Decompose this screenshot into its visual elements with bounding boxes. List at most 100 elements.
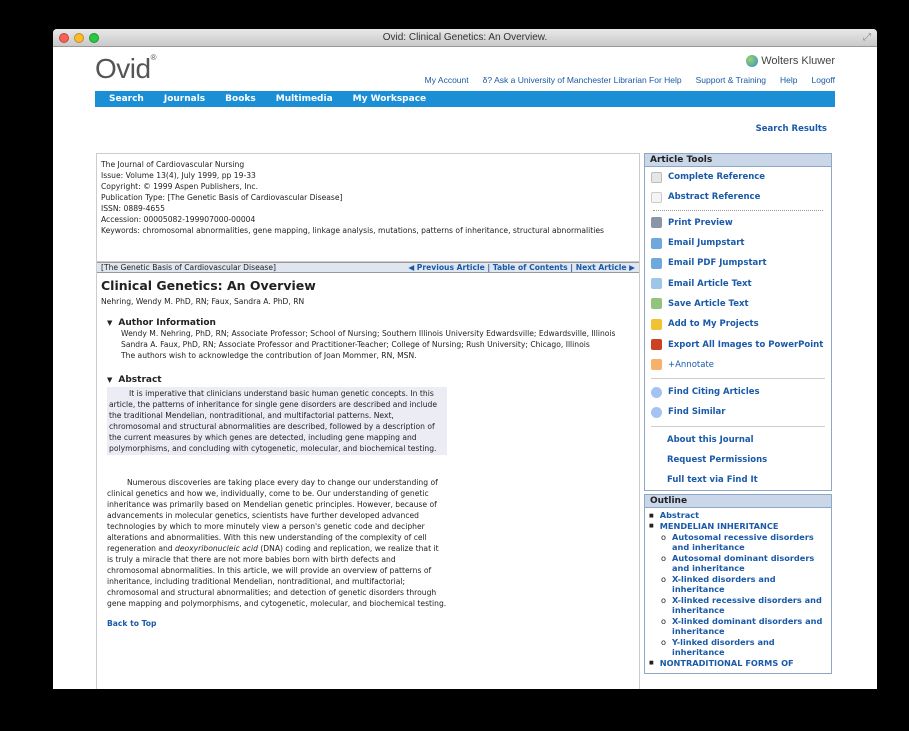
table-of-contents-link[interactable]: Table of Contents <box>493 263 568 272</box>
publication-type: Publication Type: [The Genetic Basis of … <box>101 193 343 202</box>
author-2-info: Sandra A. Faux, PhD, RN; Associate Profe… <box>121 340 590 349</box>
document-icon <box>651 191 662 203</box>
back-to-top-link[interactable]: Back to Top <box>107 619 635 628</box>
issn: ISSN: 0889-4655 <box>101 204 165 213</box>
abstract-toggle[interactable]: ▼ Abstract <box>107 375 635 385</box>
section-label: [The Genetic Basis of Cardiovascular Dis… <box>101 263 276 272</box>
collapse-triangle-icon: ▼ <box>107 376 113 384</box>
find-similar-link[interactable]: Find Similar <box>645 402 831 422</box>
email-icon <box>651 257 662 269</box>
acknowledgement: The authors wish to acknowledge the cont… <box>121 351 417 360</box>
search-results-link[interactable]: Search Results <box>756 124 827 134</box>
article-tools-heading: Article Tools <box>645 154 831 167</box>
help-link[interactable]: Help <box>780 75 797 85</box>
divider <box>651 425 825 427</box>
outline-item-nontraditional[interactable]: NONTRADITIONAL FORMS OF <box>649 658 827 669</box>
zoom-window-button[interactable] <box>89 33 99 43</box>
next-article-link[interactable]: Next Article ▶ <box>576 263 635 272</box>
title-bar: Ovid: Clinical Genetics: An Overview. ⤢ <box>53 29 877 47</box>
printer-icon <box>651 217 662 229</box>
ask-librarian-link[interactable]: δ? Ask a University of Manchester Librari… <box>483 75 682 85</box>
keywords: Keywords: chromosomal abnormalities, gen… <box>101 226 604 235</box>
outline-panel: Outline Abstract MENDELIAN INHERITANCE A… <box>644 494 832 675</box>
divider <box>653 209 823 211</box>
my-account-link[interactable]: My Account <box>425 75 469 85</box>
annotate-link[interactable]: +Annotate <box>645 355 831 375</box>
annotate-icon <box>651 359 662 371</box>
full-text-find-it-link[interactable]: Full text via Find It <box>645 470 831 490</box>
ovid-logo[interactable]: Ovid® <box>95 53 157 85</box>
outline-item-abstract[interactable]: Abstract <box>649 510 827 521</box>
email-article-text-link[interactable]: Email Article Text <box>645 273 831 293</box>
article-authors: Nehring, Wendy M. PhD, RN; Faux, Sandra … <box>101 297 305 306</box>
accession: Accession: 00005082-199907000-00004 <box>101 215 256 224</box>
previous-article-link[interactable]: ◀ Previous Article <box>408 263 484 272</box>
browser-window: Ovid: Clinical Genetics: An Overview. ⤢ … <box>53 29 877 689</box>
body-paragraph: Numerous discoveries are taking place ev… <box>107 478 447 608</box>
export-to-powerpoint-link[interactable]: Export All Images to PowerPoint <box>645 334 831 354</box>
divider <box>651 377 825 379</box>
article-nav-bar: [The Genetic Basis of Cardiovascular Dis… <box>97 262 639 273</box>
about-this-journal-link[interactable]: About this Journal <box>645 430 831 450</box>
email-icon <box>651 278 662 290</box>
nav-books[interactable]: Books <box>225 94 256 104</box>
issue-info: Issue: Volume 13(4), July 1999, pp 19-33 <box>101 171 256 180</box>
article-title: Clinical Genetics: An Overview <box>101 278 316 293</box>
abstract-text: It is imperative that clinicians underst… <box>107 387 447 455</box>
add-to-my-projects-link[interactable]: Add to My Projects <box>645 314 831 334</box>
minimize-window-button[interactable] <box>74 33 84 43</box>
journal-name: The Journal of Cardiovascular Nursing <box>101 160 245 169</box>
outline-subitem[interactable]: X-linked recessive disorders and inherit… <box>661 595 827 616</box>
fullscreen-icon[interactable]: ⤢ <box>863 32 871 43</box>
magnifier-icon <box>651 406 662 418</box>
abstract-reference-link[interactable]: Abstract Reference <box>645 187 831 207</box>
folder-icon <box>651 318 662 330</box>
copyright-info: Copyright: © 1999 Aspen Publishers, Inc. <box>101 182 258 191</box>
article-pager: ◀ Previous Article | Table of Contents |… <box>408 263 635 272</box>
save-icon <box>651 298 662 310</box>
librarian-icon: δ? <box>482 75 493 85</box>
outline-sublist: Autosomal recessive disorders and inheri… <box>649 532 827 658</box>
nav-journals[interactable]: Journals <box>164 94 205 104</box>
email-icon <box>651 237 662 249</box>
complete-reference-link[interactable]: Complete Reference <box>645 167 831 187</box>
powerpoint-icon <box>651 339 662 351</box>
find-citing-articles-link[interactable]: Find Citing Articles <box>645 382 831 402</box>
request-permissions-link[interactable]: Request Permissions <box>645 450 831 470</box>
citation-block: The Journal of Cardiovascular Nursing Is… <box>97 154 639 262</box>
email-jumpstart-link[interactable]: Email Jumpstart <box>645 233 831 253</box>
window-controls <box>59 33 99 43</box>
outline-subitem[interactable]: Autosomal recessive disorders and inheri… <box>661 532 827 553</box>
article-body: Clinical Genetics: An Overview Nehring, … <box>97 273 639 632</box>
outline-subitem[interactable]: X-linked disorders and inheritance <box>661 574 827 595</box>
magnifier-icon <box>651 386 662 398</box>
nav-my-workspace[interactable]: My Workspace <box>353 94 426 104</box>
author-info-toggle[interactable]: ▼ Author Information <box>107 318 635 328</box>
logoff-link[interactable]: Logoff <box>812 75 835 85</box>
outline-subitem[interactable]: Autosomal dominant disorders and inherit… <box>661 553 827 574</box>
sidebar: Article Tools Complete Reference Abstrac… <box>644 153 832 675</box>
wolters-kluwer-brand[interactable]: Wolters Kluwer <box>746 55 835 67</box>
outline-list: Abstract MENDELIAN INHERITANCE Autosomal… <box>645 508 831 670</box>
window-title: Ovid: Clinical Genetics: An Overview. <box>382 32 548 43</box>
outline-subitem[interactable]: X-linked dominant disorders and inherita… <box>661 616 827 637</box>
save-article-text-link[interactable]: Save Article Text <box>645 294 831 314</box>
print-preview-link[interactable]: Print Preview <box>645 213 831 233</box>
email-pdf-jumpstart-link[interactable]: Email PDF Jumpstart <box>645 253 831 273</box>
site-header: Ovid® Wolters Kluwer My Account δ? Ask a … <box>95 47 835 91</box>
outline-item-mendelian[interactable]: MENDELIAN INHERITANCE <box>649 521 827 532</box>
article-tools-panel: Article Tools Complete Reference Abstrac… <box>644 153 832 492</box>
collapse-triangle-icon: ▼ <box>107 319 113 327</box>
nav-multimedia[interactable]: Multimedia <box>276 94 333 104</box>
wolters-kluwer-logo-icon <box>746 55 759 67</box>
author-1-info: Wendy M. Nehring, PhD, RN; Associate Pro… <box>121 329 616 338</box>
top-links: My Account δ? Ask a University of Manches… <box>425 75 835 85</box>
outline-heading: Outline <box>645 495 831 509</box>
main-nav: Search Journals Books Multimedia My Work… <box>95 91 835 107</box>
outline-subitem[interactable]: Y-linked disorders and inheritance <box>661 637 827 658</box>
nav-search[interactable]: Search <box>109 94 144 104</box>
support-training-link[interactable]: Support & Training <box>696 75 766 85</box>
article-pane: The Journal of Cardiovascular Nursing Is… <box>96 153 640 689</box>
close-window-button[interactable] <box>59 33 69 43</box>
document-icon <box>651 171 662 183</box>
